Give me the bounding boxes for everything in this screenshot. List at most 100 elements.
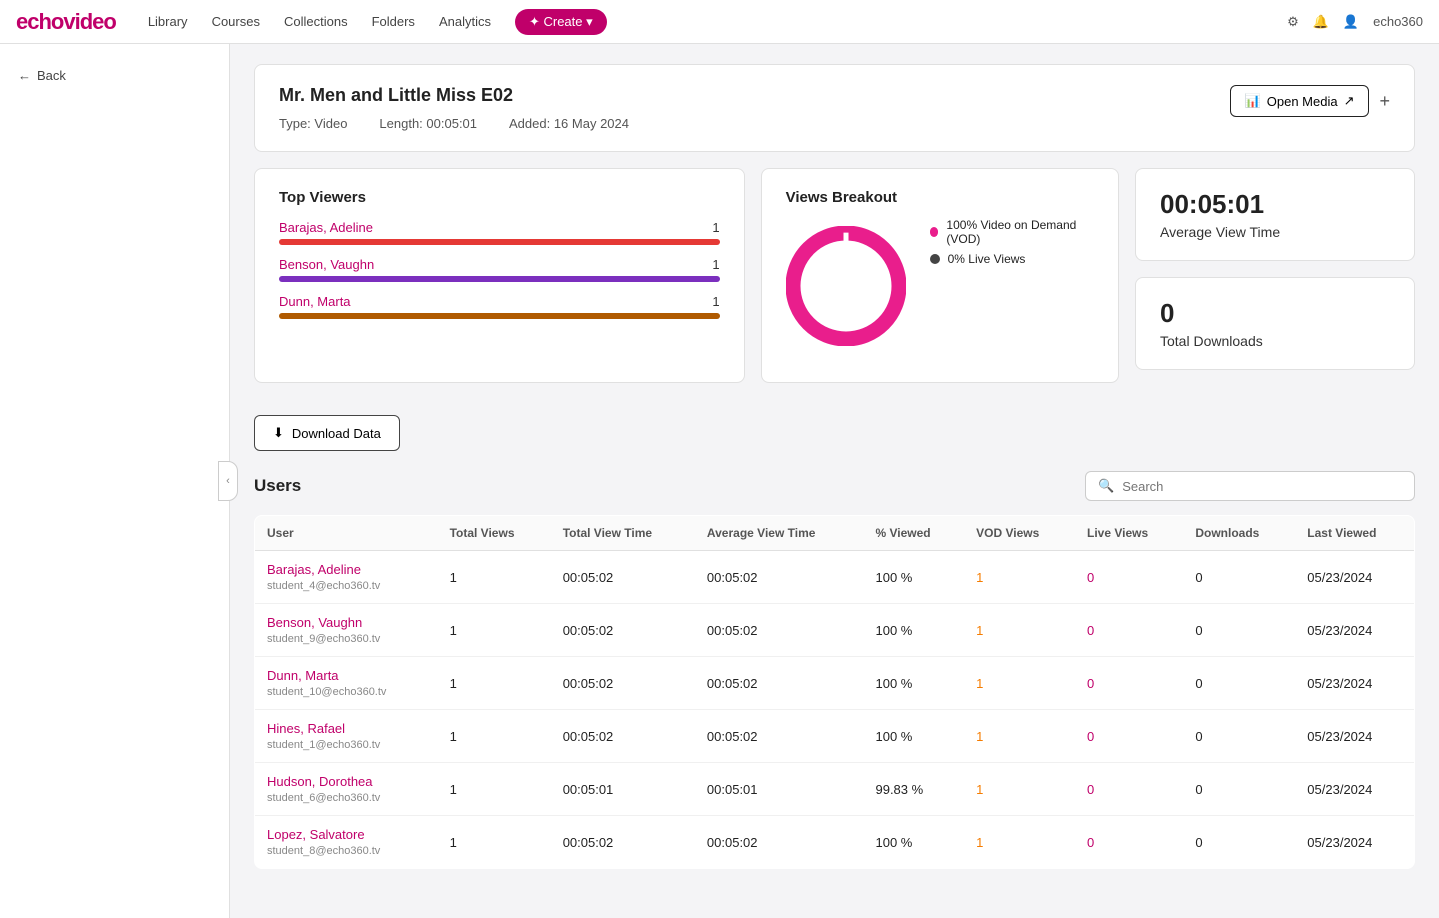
bar-chart-icon: 📊 [1245,93,1261,109]
cell-user-4: Hudson, Dorothea student_6@echo360.tv [255,763,438,816]
create-button[interactable]: ✦ Create ▾ [515,9,607,35]
table-head: User Total Views Total View Time Average… [255,516,1415,551]
cell-downloads-1: 0 [1183,604,1295,657]
viewer-name-2[interactable]: Dunn, Marta [279,294,351,309]
cell-downloads-3: 0 [1183,710,1295,763]
vod-label: 100% Video on Demand (VOD) [946,218,1094,246]
cell-pct-viewed-1: 100 % [863,604,964,657]
search-wrap: 🔍 [1085,471,1415,501]
cell-user-2: Dunn, Marta student_10@echo360.tv [255,657,438,710]
total-downloads-card: 0 Total Downloads [1135,277,1415,370]
user-name-link-3[interactable]: Hines, Rafael [267,721,345,736]
viewer-row-1: Benson, Vaughn 1 [279,257,720,282]
user-name-link-4[interactable]: Hudson, Dorothea [267,774,373,789]
app-body: ← Back ‹ Mr. Men and Little Miss E02 Typ… [0,44,1439,918]
col-live-views: Live Views [1075,516,1183,551]
user-email-1: student_9@echo360.tv [267,633,380,645]
right-stat-col: 00:05:01 Average View Time 0 Total Downl… [1135,168,1415,399]
download-label: Download Data [292,426,381,441]
sidebar: ← Back ‹ [0,44,230,918]
settings-icon[interactable]: ⚙ [1287,14,1299,30]
user-name-link-5[interactable]: Lopez, Salvatore [267,827,365,842]
bar-track-1 [279,276,720,282]
nav-analytics[interactable]: Analytics [439,14,491,29]
nav-courses[interactable]: Courses [212,14,260,29]
col-downloads: Downloads [1183,516,1295,551]
cell-total-views-2: 1 [438,657,551,710]
cell-vod-views-2: 1 [964,657,1075,710]
cell-downloads-2: 0 [1183,657,1295,710]
legend-live: 0% Live Views [930,252,1094,266]
cell-vod-views-5: 1 [964,816,1075,869]
bell-icon[interactable]: 🔔 [1313,14,1329,30]
cell-pct-viewed-2: 100 % [863,657,964,710]
table-body: Barajas, Adeline student_4@echo360.tv 1 … [255,551,1415,869]
col-pct-viewed: % Viewed [863,516,964,551]
nav-right: ⚙ 🔔 👤 echo360 [1287,14,1423,30]
cell-user-0: Barajas, Adeline student_4@echo360.tv [255,551,438,604]
col-last-viewed: Last Viewed [1295,516,1414,551]
bar-track-0 [279,239,720,245]
sidebar-toggle[interactable]: ‹ [218,461,238,501]
cell-downloads-0: 0 [1183,551,1295,604]
viewer-count-0: 1 [712,220,719,235]
cell-last-viewed-5: 05/23/2024 [1295,816,1414,869]
breakout-title: Views Breakout [786,189,897,206]
bar-fill-1 [279,276,720,282]
user-email-0: student_4@echo360.tv [267,580,380,592]
cell-total-view-time-3: 00:05:02 [551,710,695,763]
user-name-link-2[interactable]: Dunn, Marta [267,668,339,683]
avg-view-time-label: Average View Time [1160,224,1390,240]
search-input[interactable] [1122,479,1402,494]
back-arrow-icon: ← [18,68,31,83]
bar-track-2 [279,313,720,319]
nav-library[interactable]: Library [148,14,188,29]
table-row: Dunn, Marta student_10@echo360.tv 1 00:0… [255,657,1415,710]
table-row: Benson, Vaughn student_9@echo360.tv 1 00… [255,604,1415,657]
nav-collections[interactable]: Collections [284,14,348,29]
media-title: Mr. Men and Little Miss E02 [279,85,629,106]
cell-live-views-2: 0 [1075,657,1183,710]
avg-view-time-value: 00:05:01 [1160,189,1390,220]
viewer-name-1[interactable]: Benson, Vaughn [279,257,374,272]
user-name-link-1[interactable]: Benson, Vaughn [267,615,362,630]
header-actions: 📊 Open Media ↗ + [1230,85,1390,117]
viewer-name-0[interactable]: Barajas, Adeline [279,220,373,235]
cell-total-views-3: 1 [438,710,551,763]
user-name-link-0[interactable]: Barajas, Adeline [267,562,361,577]
cell-total-views-4: 1 [438,763,551,816]
cell-avg-view-time-4: 00:05:01 [695,763,864,816]
cell-live-views-4: 0 [1075,763,1183,816]
cell-user-5: Lopez, Salvatore student_8@echo360.tv [255,816,438,869]
cell-vod-views-4: 1 [964,763,1075,816]
cell-last-viewed-3: 05/23/2024 [1295,710,1414,763]
cell-user-1: Benson, Vaughn student_9@echo360.tv [255,604,438,657]
col-avg-view-time: Average View Time [695,516,864,551]
user-email-5: student_8@echo360.tv [267,845,380,857]
live-dot [930,254,940,264]
cell-avg-view-time-1: 00:05:02 [695,604,864,657]
cell-avg-view-time-5: 00:05:02 [695,816,864,869]
bar-fill-0 [279,239,720,245]
cell-total-view-time-2: 00:05:02 [551,657,695,710]
cell-downloads-5: 0 [1183,816,1295,869]
col-total-view-time: Total View Time [551,516,695,551]
add-icon[interactable]: + [1379,91,1390,112]
users-table: User Total Views Total View Time Average… [254,515,1415,869]
download-data-button[interactable]: ⬇ Download Data [254,415,400,451]
logo: echovideo [16,9,116,35]
users-header: Users 🔍 [254,471,1415,501]
nav-folders[interactable]: Folders [372,14,415,29]
table-row: Lopez, Salvatore student_8@echo360.tv 1 … [255,816,1415,869]
viewer-row-0: Barajas, Adeline 1 [279,220,720,245]
table-row: Hudson, Dorothea student_6@echo360.tv 1 … [255,763,1415,816]
col-total-views: Total Views [438,516,551,551]
cell-total-view-time-0: 00:05:02 [551,551,695,604]
user-icon[interactable]: 👤 [1343,14,1359,30]
open-media-button[interactable]: 📊 Open Media ↗ [1230,85,1370,117]
media-header-card: Mr. Men and Little Miss E02 Type: Video … [254,64,1415,152]
user-email-4: student_6@echo360.tv [267,792,380,804]
cell-vod-views-3: 1 [964,710,1075,763]
cell-last-viewed-2: 05/23/2024 [1295,657,1414,710]
back-button[interactable]: ← Back [0,60,229,91]
